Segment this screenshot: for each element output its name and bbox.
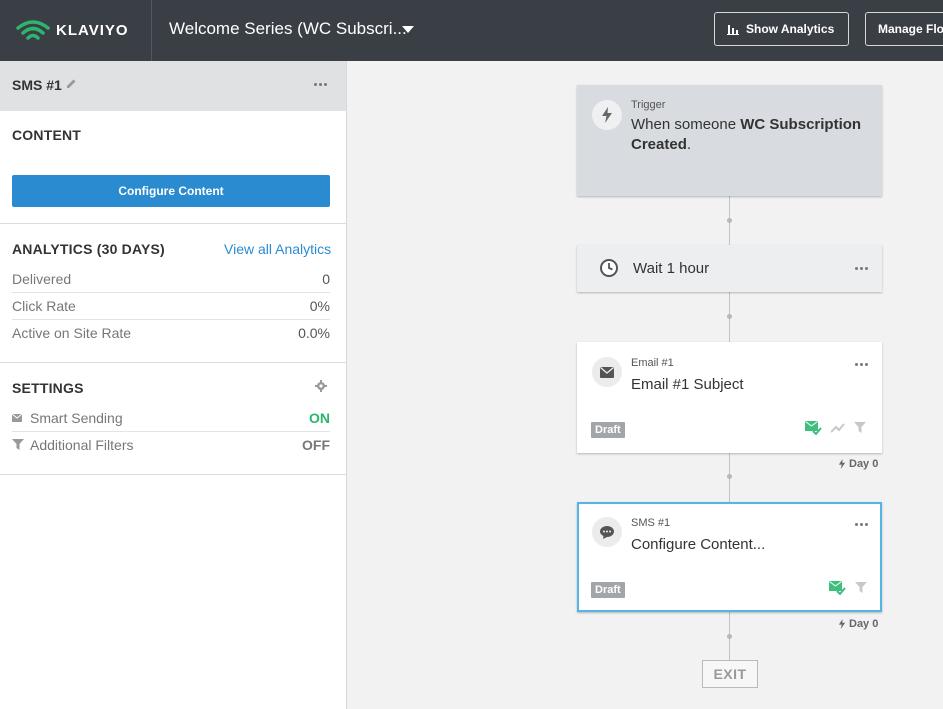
divider bbox=[0, 223, 346, 224]
row-label-wrap: Additional Filters bbox=[12, 437, 134, 453]
more-options-icon[interactable] bbox=[855, 267, 868, 270]
row-value: 0% bbox=[309, 297, 330, 314]
flow-canvas[interactable]: Trigger When someone WC Subscription Cre… bbox=[347, 61, 943, 709]
smart-sending-on-icon bbox=[829, 581, 846, 595]
sidebar-title: SMS #1 bbox=[12, 77, 62, 93]
analytics-row-active-on-site: Active on Site Rate 0.0% bbox=[12, 319, 330, 346]
sms-content: Configure Content... bbox=[631, 536, 766, 553]
filter-icon bbox=[855, 582, 867, 593]
manage-flow-button[interactable]: Manage Flo bbox=[865, 12, 943, 46]
top-bar: KLAVIYO Welcome Series (WC Subscri... Sh… bbox=[0, 0, 943, 61]
flow-name[interactable]: Welcome Series (WC Subscri... bbox=[169, 19, 407, 39]
trend-icon bbox=[831, 422, 845, 433]
settings-section-title: SETTINGS bbox=[12, 380, 84, 396]
analytics-row-delivered: Delivered 0 bbox=[12, 265, 330, 292]
sidebar: SMS #1 CONTENT Configure Content ANALYTI… bbox=[0, 61, 347, 709]
divider bbox=[0, 362, 346, 363]
sms-label: SMS #1 bbox=[631, 517, 671, 529]
flow-dropdown-caret-icon[interactable] bbox=[402, 26, 414, 33]
exit-node: EXIT bbox=[702, 660, 758, 688]
sms-card-selected[interactable]: SMS #1 Configure Content... Draft bbox=[577, 502, 882, 612]
view-all-analytics-link[interactable]: View all Analytics bbox=[224, 241, 331, 257]
analytics-section-title: ANALYTICS (30 DAYS) bbox=[12, 241, 165, 257]
row-value: ON bbox=[309, 409, 330, 426]
status-icons bbox=[829, 580, 867, 595]
divider bbox=[0, 474, 346, 475]
row-label: Smart Sending bbox=[30, 409, 123, 426]
smart-sending-on-icon bbox=[805, 421, 822, 435]
bar-chart-icon bbox=[727, 25, 739, 35]
day-text: Day 0 bbox=[849, 458, 879, 470]
clock-icon bbox=[594, 253, 624, 283]
pencil-icon[interactable] bbox=[66, 78, 77, 89]
content-section-title: CONTENT bbox=[12, 127, 82, 143]
row-label: Additional Filters bbox=[30, 436, 134, 453]
connector-dot bbox=[727, 474, 732, 479]
logo-text: KLAVIYO bbox=[56, 21, 129, 39]
email-label: Email #1 bbox=[631, 357, 674, 369]
connector-dot bbox=[727, 218, 732, 223]
row-value: 0.0% bbox=[298, 324, 330, 341]
email-card[interactable]: Email #1 Email #1 Subject Draft bbox=[577, 342, 882, 453]
manage-flow-label: Manage Flo bbox=[878, 22, 943, 36]
row-label: Active on Site Rate bbox=[12, 324, 132, 341]
topbar-divider bbox=[151, 0, 152, 61]
connector-dot bbox=[727, 634, 732, 639]
more-options-icon[interactable] bbox=[314, 83, 330, 87]
wait-label: Wait 1 hour bbox=[633, 260, 710, 277]
show-analytics-label: Show Analytics bbox=[746, 22, 835, 36]
sms-day-label: Day 0 bbox=[838, 618, 878, 630]
analytics-row-click-rate: Click Rate 0% bbox=[12, 292, 330, 319]
trigger-description: When someone WC Subscription Created. bbox=[631, 115, 871, 155]
filter-icon bbox=[12, 439, 24, 450]
day-text: Day 0 bbox=[849, 618, 879, 630]
more-options-icon[interactable] bbox=[855, 523, 868, 526]
lightning-icon bbox=[592, 100, 622, 130]
lightning-icon bbox=[838, 459, 846, 469]
trigger-label: Trigger bbox=[631, 99, 666, 111]
connector-dot bbox=[727, 314, 732, 319]
smart-sending-icon bbox=[12, 413, 23, 422]
more-options-icon[interactable] bbox=[855, 363, 868, 366]
sidebar-header: SMS #1 bbox=[0, 61, 346, 111]
row-value: 0 bbox=[322, 270, 330, 287]
email-day-label: Day 0 bbox=[838, 458, 878, 470]
row-label-wrap: Smart Sending bbox=[12, 410, 123, 426]
email-subject: Email #1 Subject bbox=[631, 376, 744, 393]
row-label: Delivered bbox=[12, 270, 72, 287]
configure-content-button[interactable]: Configure Content bbox=[12, 175, 330, 207]
trigger-card[interactable]: Trigger When someone WC Subscription Cre… bbox=[577, 85, 882, 196]
draft-badge: Draft bbox=[591, 582, 625, 598]
settings-row-smart-sending[interactable]: Smart Sending ON bbox=[12, 404, 330, 431]
row-value: OFF bbox=[302, 436, 330, 453]
draft-badge: Draft bbox=[591, 422, 625, 438]
wait-card[interactable]: Wait 1 hour bbox=[577, 245, 882, 292]
envelope-icon bbox=[592, 357, 622, 387]
filter-icon bbox=[854, 422, 866, 433]
chat-bubble-icon bbox=[592, 517, 622, 547]
lightning-icon bbox=[838, 619, 846, 629]
show-analytics-button[interactable]: Show Analytics bbox=[714, 12, 849, 46]
row-label: Click Rate bbox=[12, 297, 76, 314]
wifi-logo-icon bbox=[16, 20, 50, 40]
trigger-text-prefix: When someone bbox=[631, 116, 741, 133]
gear-icon[interactable] bbox=[315, 380, 327, 392]
trigger-text-suffix: . bbox=[686, 136, 692, 153]
klaviyo-logo[interactable]: KLAVIYO bbox=[16, 16, 129, 44]
status-icons bbox=[805, 420, 866, 435]
settings-row-additional-filters[interactable]: Additional Filters OFF bbox=[12, 431, 330, 458]
